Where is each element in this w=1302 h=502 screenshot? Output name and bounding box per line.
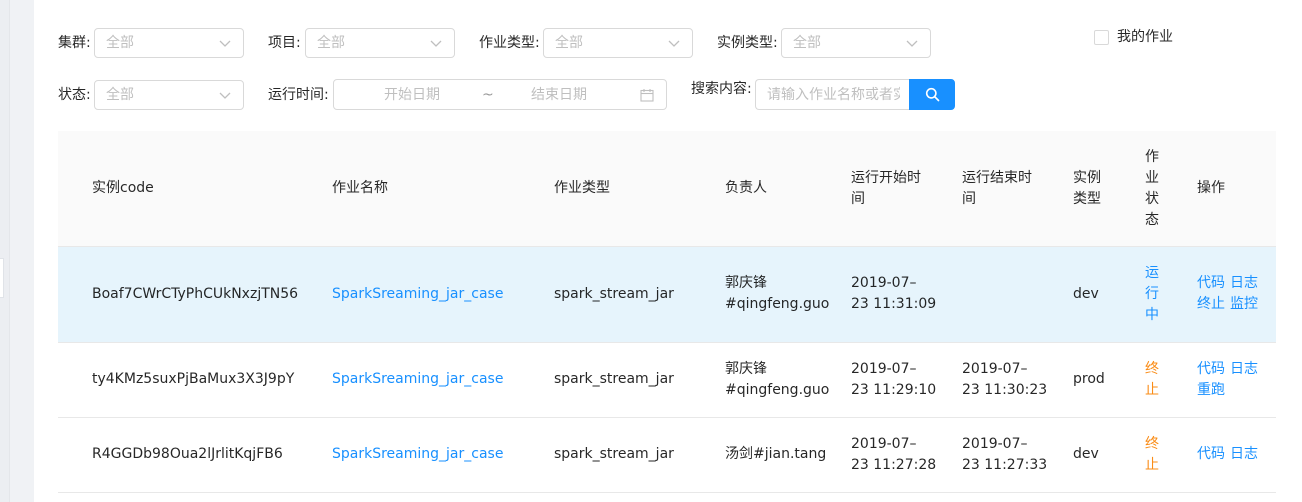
- project-select[interactable]: 全部: [305, 28, 455, 58]
- my-jobs-label[interactable]: 我的作业: [1117, 27, 1173, 47]
- status-running-1: 运: [1145, 265, 1159, 281]
- rerun-link[interactable]: 重跑: [1197, 380, 1225, 401]
- table-row[interactable]: Boaf7CWrCTyPhCUkNxzjTN56 SparkSreaming_j…: [58, 247, 1276, 343]
- status-label: 状态:: [58, 87, 91, 103]
- run-time-label: 运行时间:: [268, 87, 329, 103]
- col-header-inst-1: 实例: [1073, 170, 1101, 186]
- code-link[interactable]: 代码: [1197, 444, 1225, 465]
- left-nav-strip: [0, 0, 10, 502]
- sidebar-collapse-handle[interactable]: [0, 258, 4, 298]
- col-header-start-1: 运行开始时: [851, 170, 921, 186]
- job-type-select[interactable]: 全部: [543, 28, 693, 58]
- cell-type: spark_stream_jar: [554, 446, 674, 462]
- project-select-value: 全部: [317, 35, 345, 51]
- job-type-label: 作业类型:: [479, 35, 540, 51]
- search-icon: [925, 87, 940, 102]
- log-link[interactable]: 日志: [1230, 359, 1258, 380]
- status-select-value: 全部: [106, 87, 134, 103]
- job-name-link[interactable]: SparkSreaming_jar_case: [332, 369, 503, 390]
- col-header-ops: 操作: [1197, 180, 1225, 196]
- run-time-range-picker[interactable]: 开始日期 ~ 结束日期: [333, 79, 667, 110]
- chevron-down-icon: [668, 40, 680, 47]
- col-header-status-3: 状: [1145, 191, 1159, 207]
- search-button[interactable]: [909, 79, 955, 110]
- monitor-link[interactable]: 监控: [1230, 294, 1258, 315]
- instance-type-select[interactable]: 全部: [781, 28, 931, 58]
- job-name-link[interactable]: SparkSreaming_jar_case: [332, 444, 503, 465]
- instance-type-select-value: 全部: [793, 35, 821, 51]
- status-stopped-1: 终: [1145, 361, 1159, 377]
- status-running-2: 行: [1145, 286, 1159, 302]
- cell-type: spark_stream_jar: [554, 286, 674, 302]
- col-header-end-2: 间: [962, 191, 976, 207]
- col-header-name: 作业名称: [332, 180, 388, 196]
- chevron-down-icon: [430, 40, 442, 47]
- cell-end-2: 23 11:30:23: [962, 382, 1048, 398]
- status-stopped-1: 终: [1145, 436, 1159, 452]
- col-header-code: 实例code: [92, 180, 154, 196]
- chevron-down-icon: [219, 40, 231, 47]
- chevron-down-icon: [219, 92, 231, 99]
- cluster-select[interactable]: 全部: [94, 28, 244, 58]
- cell-end-1: 2019-07–: [962, 436, 1028, 452]
- search-input-box[interactable]: [755, 79, 911, 110]
- cell-code: R4GGDb98Oua2lJrlitKqjFB6: [92, 446, 283, 462]
- code-link[interactable]: 代码: [1197, 273, 1225, 294]
- cell-owner-2: #qingfeng.guo: [725, 296, 830, 312]
- log-link[interactable]: 日志: [1230, 444, 1258, 465]
- cell-start-2: 23 11:27:28: [851, 457, 937, 473]
- search-content-label: 搜索内容:: [691, 81, 752, 97]
- col-header-status-4: 态: [1145, 212, 1159, 228]
- cell-type: spark_stream_jar: [554, 371, 674, 387]
- instance-type-label: 实例类型:: [717, 35, 778, 51]
- cell-start-2: 23 11:31:09: [851, 296, 937, 312]
- table-row[interactable]: R4GGDb98Oua2lJrlitKqjFB6 SparkSreaming_j…: [58, 418, 1276, 493]
- table-header: 实例code 作业名称 作业类型 负责人 运行开始时 间 运行结束时 间 实例 …: [58, 131, 1276, 247]
- cell-owner-1: 郭庆锋: [725, 275, 767, 291]
- col-header-status-1: 作: [1145, 149, 1159, 165]
- cell-end-1: 2019-07–: [962, 361, 1028, 377]
- col-header-type: 作业类型: [554, 180, 610, 196]
- range-separator: ~: [482, 87, 494, 103]
- cell-start-1: 2019-07–: [851, 361, 917, 377]
- cell-code: Boaf7CWrCTyPhCUkNxzjTN56: [92, 286, 299, 302]
- stop-link[interactable]: 终止: [1197, 294, 1225, 315]
- cell-owner-1: 郭庆锋: [725, 361, 767, 377]
- status-select[interactable]: 全部: [94, 80, 244, 110]
- main-panel: 集群: 全部 项目: 全部 作业类型: 全部 实例类型: 全部 我的作业 状态:…: [34, 0, 1302, 502]
- calendar-icon: [640, 89, 654, 102]
- cell-instance-type: dev: [1073, 286, 1099, 302]
- code-link[interactable]: 代码: [1197, 359, 1225, 380]
- job-type-select-value: 全部: [555, 35, 583, 51]
- status-stopped-2: 止: [1145, 382, 1159, 398]
- search-input[interactable]: [756, 80, 911, 109]
- cell-owner-2: #qingfeng.guo: [725, 382, 830, 398]
- table-row[interactable]: ty4KMz5suxPjBaMux3X3J9pY SparkSreaming_j…: [58, 343, 1276, 418]
- my-jobs-checkbox[interactable]: [1094, 30, 1109, 45]
- col-header-inst-2: 类型: [1073, 191, 1101, 207]
- cluster-label: 集群:: [58, 35, 91, 51]
- cell-owner: 汤剑#jian.tang: [725, 446, 827, 462]
- end-date-input[interactable]: 结束日期: [531, 86, 587, 104]
- project-label: 项目:: [268, 35, 301, 51]
- cell-instance-type: dev: [1073, 446, 1099, 462]
- col-header-owner: 负责人: [725, 180, 767, 196]
- status-running-3: 中: [1145, 307, 1159, 323]
- job-name-link[interactable]: SparkSreaming_jar_case: [332, 284, 503, 305]
- log-link[interactable]: 日志: [1230, 273, 1258, 294]
- cell-start-1: 2019-07–: [851, 275, 917, 291]
- cell-instance-type: prod: [1073, 371, 1105, 387]
- col-header-end-1: 运行结束时: [962, 170, 1032, 186]
- cell-start-2: 23 11:29:10: [851, 382, 937, 398]
- cell-end-2: 23 11:27:33: [962, 457, 1048, 473]
- chevron-down-icon: [906, 40, 918, 47]
- start-date-input[interactable]: 开始日期: [384, 86, 440, 104]
- cell-start-1: 2019-07–: [851, 436, 917, 452]
- status-stopped-2: 止: [1145, 457, 1159, 473]
- cluster-select-value: 全部: [106, 35, 134, 51]
- cell-code: ty4KMz5suxPjBaMux3X3J9pY: [92, 371, 295, 387]
- col-header-start-2: 间: [851, 191, 865, 207]
- col-header-status-2: 业: [1145, 170, 1159, 186]
